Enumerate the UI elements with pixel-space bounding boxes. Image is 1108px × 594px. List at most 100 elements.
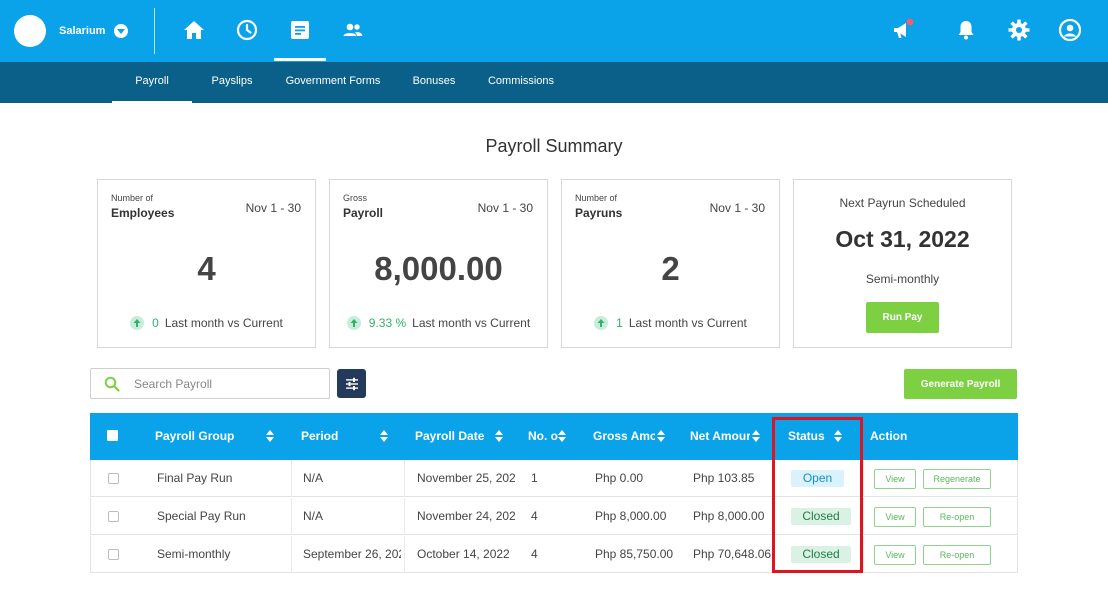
tab-payslips[interactable]: Payslips: [200, 62, 264, 103]
column-payroll-date[interactable]: Payroll Date: [415, 413, 495, 460]
megaphone-icon[interactable]: [890, 17, 916, 43]
card-caption: Gross: [343, 193, 368, 203]
table-row: Final Pay Run N/A November 25, 2022 1 Ph…: [90, 460, 1018, 497]
table-row: Semi-monthly September 26, 2022 October …: [90, 536, 1018, 573]
tab-government-forms[interactable]: Government Forms: [277, 62, 389, 103]
change-value: 9.33 %: [368, 316, 407, 330]
column-gross-amount[interactable]: Gross Amo: [593, 413, 655, 460]
search-input[interactable]: [134, 374, 319, 394]
run-pay-button[interactable]: Run Pay: [866, 302, 939, 333]
arrow-up-icon: [594, 316, 609, 330]
table-row: Special Pay Run N/A November 24, 2022 4 …: [90, 498, 1018, 535]
select-all-checkbox[interactable]: [107, 430, 118, 441]
next-payrun-card: Next Payrun Scheduled Oct 31, 2022 Semi-…: [793, 179, 1012, 348]
next-payrun-frequency: Semi-monthly: [865, 272, 940, 286]
status-column-highlight: [772, 417, 863, 573]
sort-icon[interactable]: [495, 430, 503, 442]
table-header: Payroll Group Period Payroll Date No. o …: [90, 413, 1018, 460]
column-action: Action: [870, 429, 908, 443]
arrow-up-icon: [346, 316, 361, 330]
view-button[interactable]: View: [874, 507, 916, 527]
cell-period: September 26, 2022: [303, 547, 401, 561]
search-icon: [104, 376, 120, 392]
card-label: Payruns: [575, 206, 623, 220]
tab-bonuses[interactable]: Bonuses: [404, 62, 464, 103]
view-button[interactable]: View: [874, 469, 916, 489]
arrow-up-icon: [130, 316, 145, 330]
card-value: 4: [197, 250, 216, 287]
people-icon[interactable]: [340, 17, 366, 43]
payruns-card: Number of Payruns Nov 1 - 30 2 1 Last mo…: [561, 179, 780, 348]
gross-payroll-card: Gross Payroll Nov 1 - 30 8,000.00 9.33 %…: [329, 179, 548, 348]
company-name: Salarium: [59, 25, 106, 37]
column-net-amount[interactable]: Net Amour: [690, 413, 750, 460]
chevron-down-icon[interactable]: [114, 24, 129, 38]
company-logo: [14, 15, 46, 47]
gear-icon[interactable]: [1006, 17, 1032, 43]
filter-button[interactable]: [337, 369, 366, 398]
sliders-icon: [345, 377, 358, 390]
view-button[interactable]: View: [874, 545, 916, 565]
cell-net: Php 70,648.06: [693, 547, 772, 561]
next-payrun-date: Oct 31, 2022: [835, 226, 970, 252]
reopen-button[interactable]: Re-open: [923, 507, 991, 527]
card-comparison: 1 Last month vs Current: [562, 316, 779, 330]
employees-card: Number of Employees Nov 1 - 30 4 0 Last …: [97, 179, 316, 348]
row-checkbox[interactable]: [108, 473, 119, 484]
bell-icon[interactable]: [953, 17, 979, 43]
cell-payroll-group: Final Pay Run: [157, 471, 233, 485]
tab-commissions[interactable]: Commissions: [481, 62, 561, 103]
card-period: Nov 1 - 30: [245, 201, 301, 215]
column-period[interactable]: Period: [301, 413, 381, 460]
sort-icon[interactable]: [752, 430, 760, 442]
card-comparison: 0 Last month vs Current: [98, 316, 315, 330]
cell-gross: Php 8,000.00: [595, 509, 667, 523]
cell-net: Php 8,000.00: [693, 509, 765, 523]
card-caption: Number of: [575, 193, 618, 203]
card-period: Nov 1 - 30: [477, 201, 533, 215]
sort-icon[interactable]: [380, 430, 388, 442]
company-switcher[interactable]: Salarium: [14, 15, 129, 47]
cell-period: N/A: [303, 509, 324, 523]
card-value: 2: [661, 250, 680, 287]
regenerate-button[interactable]: Regenerate: [923, 469, 991, 489]
cell-count: 1: [531, 471, 538, 485]
card-label: Employees: [111, 206, 175, 220]
sort-icon[interactable]: [657, 430, 665, 442]
column-number[interactable]: No. o: [528, 413, 558, 460]
card-period: Nov 1 - 30: [709, 201, 765, 215]
cell-payroll-group: Special Pay Run: [157, 509, 246, 523]
cell-payroll-date: October 14, 2022: [417, 547, 510, 561]
cell-gross: Php 0.00: [595, 471, 644, 485]
topbar-divider: [154, 8, 155, 54]
generate-payroll-button[interactable]: Generate Payroll: [904, 369, 1017, 399]
change-value: 1: [616, 316, 623, 330]
cell-gross: Php 85,750.00: [595, 547, 674, 561]
change-value: 0: [152, 316, 159, 330]
tab-payroll[interactable]: Payroll: [112, 62, 192, 103]
user-icon[interactable]: [1057, 17, 1083, 43]
cell-payroll-date: November 25, 2022: [417, 471, 515, 485]
document-icon[interactable]: [287, 17, 313, 43]
clock-icon[interactable]: [234, 17, 260, 43]
card-value: 8,000.00: [374, 250, 503, 287]
home-icon[interactable]: [181, 17, 207, 43]
card-comparison: 9.33 % Last month vs Current: [330, 316, 547, 330]
top-bar: Salarium: [0, 0, 1108, 62]
card-caption: Number of: [111, 193, 154, 203]
cell-count: 4: [531, 547, 538, 561]
cell-payroll-group: Semi-monthly: [157, 547, 231, 561]
search-box: [90, 368, 330, 399]
cell-period: N/A: [303, 471, 324, 485]
active-nav-indicator: [274, 58, 326, 61]
sort-icon[interactable]: [266, 430, 274, 442]
next-payrun-title: Next Payrun Scheduled: [839, 196, 966, 210]
row-checkbox[interactable]: [108, 511, 119, 522]
cell-payroll-date: November 24, 2022: [417, 509, 515, 523]
sort-icon[interactable]: [558, 430, 566, 442]
reopen-button[interactable]: Re-open: [923, 545, 991, 565]
column-payroll-group[interactable]: Payroll Group: [155, 413, 255, 460]
change-text: Last month vs Current: [412, 316, 531, 330]
row-checkbox[interactable]: [108, 549, 119, 560]
sub-navigation: Payroll Payslips Government Forms Bonuse…: [0, 62, 1108, 103]
